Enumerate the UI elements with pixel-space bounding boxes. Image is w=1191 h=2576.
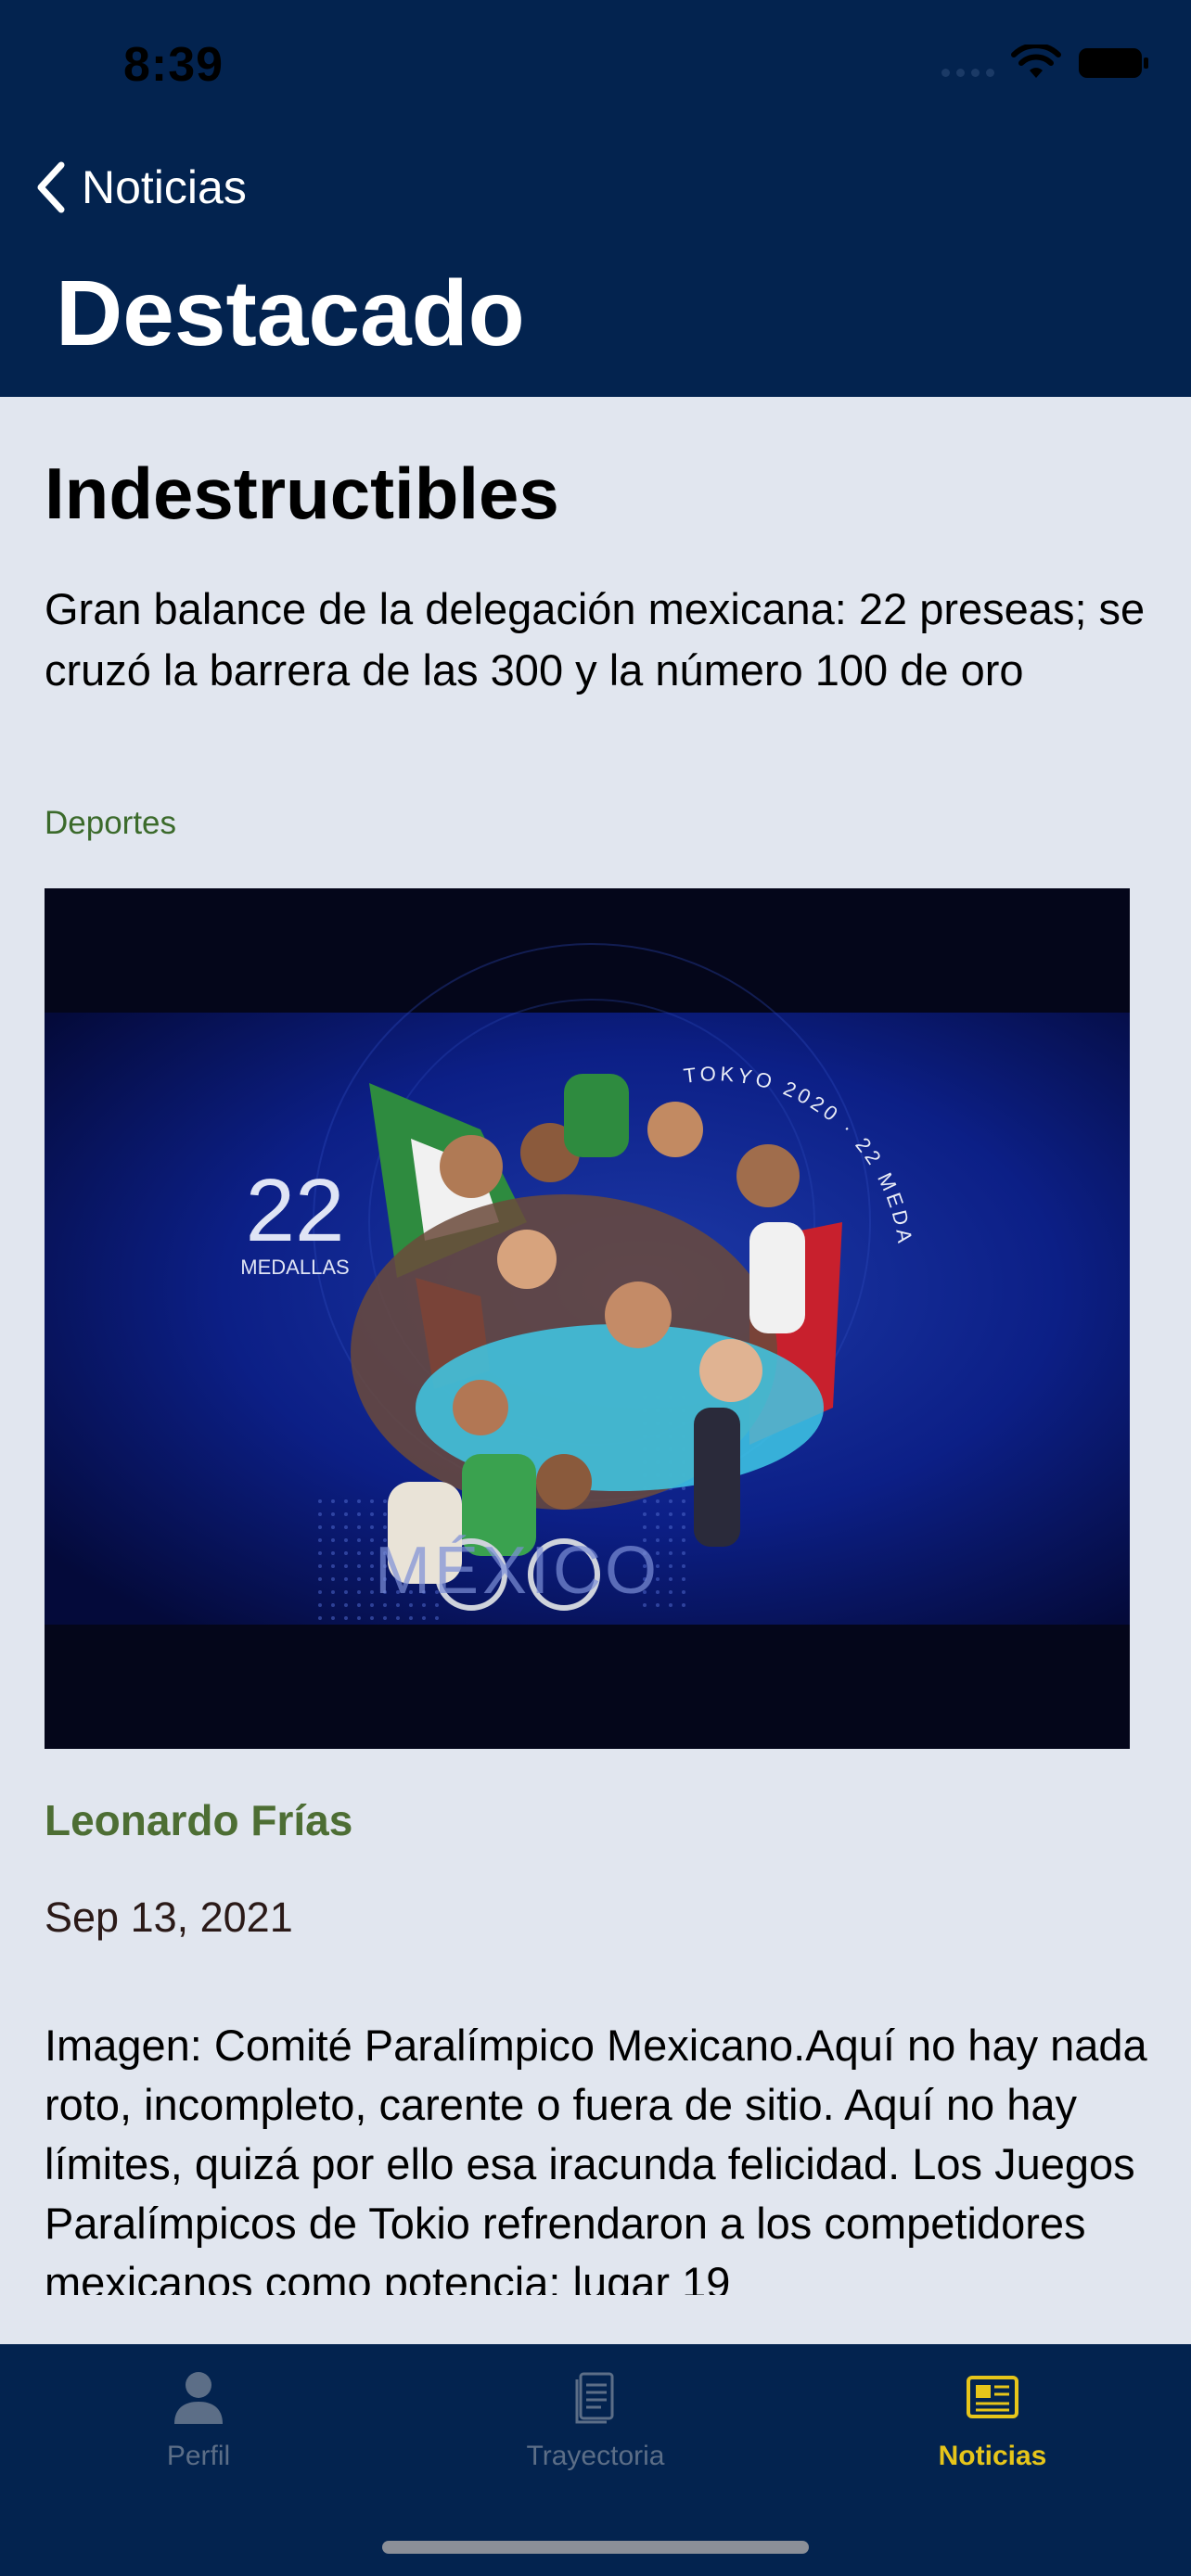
newspaper-icon	[967, 2376, 1018, 2418]
person-icon	[174, 2372, 223, 2424]
tab-trayectoria-label: Trayectoria	[526, 2441, 665, 2471]
back-button-label: Noticias	[82, 161, 247, 213]
tab-trayectoria[interactable]: Trayectoria	[456, 2366, 735, 2472]
country-watermark: MÉXICO	[375, 1534, 660, 1608]
tab-noticias-label: Noticias	[938, 2441, 1047, 2471]
tab-perfil[interactable]: Perfil	[59, 2366, 338, 2472]
tab-perfil-label: Perfil	[166, 2441, 231, 2471]
tab-noticias[interactable]: Noticias	[853, 2366, 1132, 2472]
status-icons	[941, 45, 1150, 82]
article-title: Indestructibles	[45, 453, 559, 534]
article-category: Deportes	[45, 805, 177, 841]
status-time: 8:39	[123, 38, 224, 92]
battery-icon	[1079, 48, 1148, 78]
article-author: Leonardo Frías	[45, 1796, 353, 1844]
article-scroll-view[interactable]: Indestructibles Gran balance de la deleg…	[45, 397, 1148, 2295]
document-icon	[575, 2372, 614, 2424]
cellular-signal-icon	[941, 49, 994, 77]
article-image-graphic: 22 MEDALLAS MÉXICO TOKYO 2020 · 22 MEDAL…	[45, 888, 1130, 1749]
article-date: Sep 13, 2021	[45, 1894, 293, 1941]
article-image: 22 MEDALLAS MÉXICO TOKYO 2020 · 22 MEDAL…	[45, 888, 1130, 1749]
chevron-left-icon	[37, 161, 65, 213]
wifi-icon	[1011, 45, 1061, 78]
back-button[interactable]: Noticias	[33, 159, 247, 215]
page-title: Destacado	[56, 261, 525, 365]
navigation-header: 8:39 Noticias Destacado	[0, 0, 1191, 397]
article-body: Imagen: Comité Paralímpico Mexicano.Aquí…	[45, 2021, 1147, 2295]
medals-count: 22	[246, 1161, 345, 1260]
home-indicator[interactable]	[382, 2541, 809, 2554]
article-subtitle: Gran balance de la delegación mexicana: …	[45, 584, 1146, 695]
medals-label: MEDALLAS	[240, 1256, 349, 1279]
